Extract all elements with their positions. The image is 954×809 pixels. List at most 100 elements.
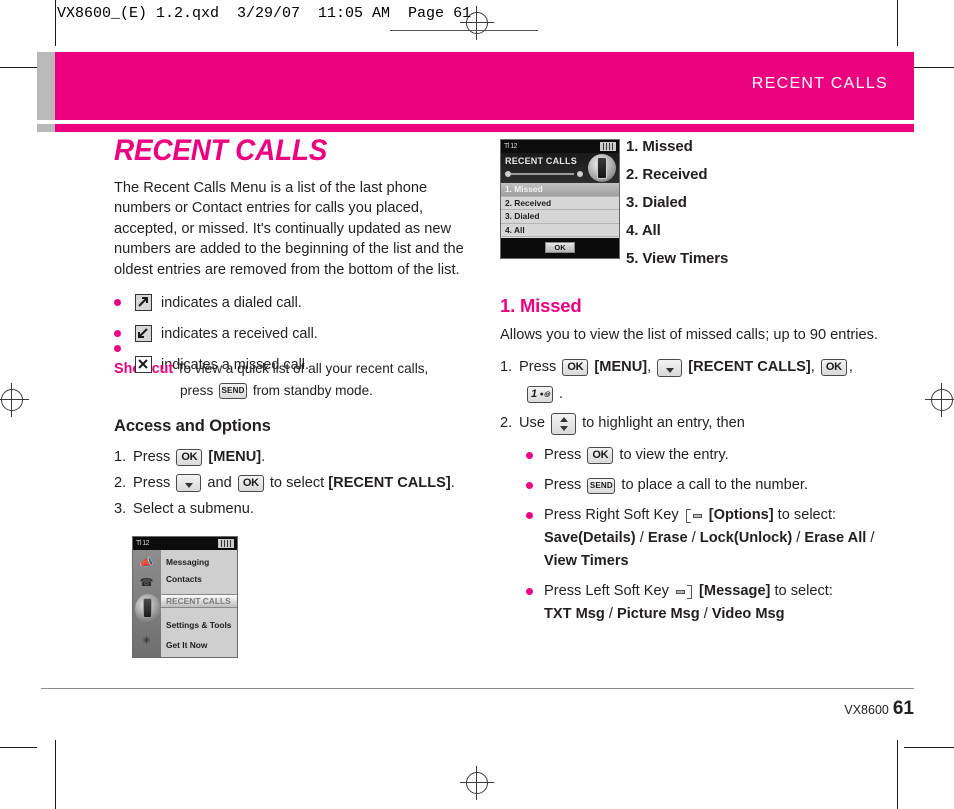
- recent-calls-label: [RECENT CALLS]: [328, 475, 451, 492]
- step-text-fragment: Use: [519, 415, 550, 432]
- shortcut-note: Shortcut To view a quick list of all you…: [114, 359, 486, 401]
- separator: /: [604, 606, 617, 623]
- option-erase-all: Erase All: [804, 530, 867, 547]
- list-item: Press Right Soft Key [Options] to select…: [526, 504, 914, 573]
- menu-list-item: 2. Received: [626, 166, 708, 183]
- step-text-fragment: to select: [265, 475, 329, 492]
- phone-screen-list: 1. Missed 2. Received 3. Dialed 4. All 5…: [501, 183, 619, 251]
- crop-mark-bottom-right: [897, 740, 898, 809]
- phone-screenshot-main-menu: Tl 12 📣 ☎ ✳ ➚ Messaging Contacts RECENT …: [132, 536, 238, 659]
- bullet-dot: [526, 512, 533, 520]
- phone-screen-title: RECENT CALLS: [505, 156, 577, 166]
- ok-key-icon: OK: [237, 474, 264, 492]
- option-picture-msg: Picture Msg: [616, 606, 700, 623]
- right-column: Tl 12 RECENT CALLS 1. Missed 2. Received…: [500, 134, 914, 633]
- step-text: Select a submenu.: [133, 501, 254, 518]
- phone-menu-body: 📣 ☎ ✳ ➚ Messaging Contacts RECENT CALLS …: [133, 550, 237, 658]
- section-heading-access-options: Access and Options: [114, 417, 271, 436]
- phone-list-item: 3. Dialed: [501, 210, 619, 224]
- separator: /: [687, 530, 700, 547]
- phone-screenshot-recent-calls: Tl 12 RECENT CALLS 1. Missed 2. Received…: [500, 139, 620, 259]
- shortcut-text-2-post: from standby mode.: [252, 383, 373, 399]
- battery-icon: [218, 539, 234, 549]
- list-item: Press Left Soft Key [Message] to select:…: [526, 580, 914, 626]
- right-soft-key-icon: [685, 508, 702, 523]
- print-header-rule: [390, 30, 538, 31]
- option-view-timers: View Timers: [544, 553, 629, 570]
- phone-list-item-selected: 1. Missed: [501, 183, 619, 197]
- list-item: 2. Use to highlight an entry, then: [500, 408, 914, 438]
- missed-call-icon: [135, 356, 152, 374]
- phone-icon: ☎: [139, 577, 154, 590]
- menu-list-item: 1. Missed: [626, 138, 693, 155]
- separator: /: [699, 606, 712, 623]
- ok-key-icon: OK: [820, 359, 847, 377]
- phone-screen-slider: [505, 171, 583, 177]
- option-txt-msg: TXT Msg: [544, 606, 605, 623]
- received-call-icon: [135, 325, 152, 343]
- crop-mark-top-left: [55, 0, 56, 46]
- print-file-header: VX8600_(E) 1.2.qxd 3/29/07 11:05 AM Page…: [57, 5, 472, 22]
- page-title: RECENT CALLS: [114, 134, 328, 167]
- crop-mark-top-right: [897, 0, 898, 46]
- step-text-fragment: to highlight an entry, then: [578, 415, 745, 432]
- running-head-tab: [37, 52, 55, 120]
- tools-icon: ✳: [141, 635, 152, 648]
- step-text-fragment: Press: [519, 359, 561, 376]
- phone-status-bar: Tl 12: [133, 537, 237, 551]
- step-text-fragment: ,: [647, 359, 656, 376]
- down-arrow-key-icon: [657, 358, 683, 377]
- phone-menu-rail: 📣 ☎ ✳ ➚: [133, 550, 161, 658]
- legend-label: indicates a dialed call.: [161, 294, 302, 311]
- option-save-details: Save(Details): [544, 530, 636, 547]
- bullet-text: Press SEND to place a call to the number…: [544, 474, 808, 497]
- ok-key-icon: OK: [587, 447, 614, 465]
- menu-label: [MENU]: [594, 359, 648, 376]
- bullet-text-fragment: to select:: [770, 583, 833, 600]
- step-text-fragment: and: [203, 475, 236, 492]
- footer-rule: [41, 688, 914, 689]
- list-item: 2. Press and OK to select [RECENT CALLS]…: [114, 470, 486, 496]
- recent-calls-label: [RECENT CALLS]: [688, 359, 811, 376]
- list-item: indicates a dialed call.: [114, 294, 486, 312]
- missed-options-bullets: Press OK to view the entry. Press SEND t…: [526, 444, 914, 626]
- section-heading-missed: 1. Missed: [500, 295, 582, 316]
- separator: /: [866, 530, 875, 547]
- step-number: 2.: [114, 475, 127, 492]
- left-column: RECENT CALLS The Recent Calls Menu is a …: [114, 134, 486, 659]
- battery-icon: [600, 142, 616, 151]
- step-text-fragment: ,: [810, 359, 819, 376]
- phone-list-item: 4. All: [501, 224, 619, 237]
- left-soft-key-icon: [675, 584, 692, 599]
- running-head-strip: [55, 124, 914, 132]
- bullet-text-fragment: Press Left Soft Key: [544, 583, 673, 600]
- voicemail-icon: ●◎: [539, 391, 550, 399]
- list-item: 1. Press OK [MENU].: [114, 444, 486, 470]
- phone-menu-items: Messaging Contacts RECENT CALLS Settings…: [161, 550, 237, 657]
- ok-key-icon: OK: [562, 359, 589, 377]
- step-text-fragment: .: [450, 475, 455, 492]
- menu-list-item: 4. All: [626, 222, 661, 239]
- step-number: 1.: [114, 449, 127, 466]
- handset-icon: [135, 594, 161, 625]
- phone-menu-item: Get It Now: [166, 640, 208, 651]
- menu-list-item: 3. Dialed: [626, 194, 687, 211]
- options-label: [Options]: [708, 507, 774, 524]
- bullet-text-fragment: to view the entry.: [615, 447, 729, 464]
- section-body: Allows you to view the list of missed ca…: [500, 327, 878, 343]
- step-number: 3.: [114, 501, 127, 518]
- crop-mark-bottom-left: [55, 740, 56, 809]
- separator: /: [635, 530, 648, 547]
- crop-mark-left-lower: [0, 747, 37, 748]
- bullet-dot: [114, 330, 121, 338]
- phone-screen-header: RECENT CALLS: [501, 153, 619, 183]
- page-number: 61: [892, 698, 914, 719]
- running-head-bar: RECENT CALLS: [55, 52, 914, 120]
- up-down-arrow-key-icon: [551, 412, 577, 435]
- phone-list-item: 2. Received: [501, 197, 619, 210]
- shortcut-text-2-pre: press: [180, 383, 214, 399]
- phone-status-bar: Tl 12: [501, 140, 619, 153]
- phone-menu-item: Messaging: [166, 557, 210, 568]
- access-options-steps: 1. Press OK [MENU]. 2. Press and OK to s…: [114, 444, 486, 522]
- phone-softkey-bar: OK: [501, 238, 619, 258]
